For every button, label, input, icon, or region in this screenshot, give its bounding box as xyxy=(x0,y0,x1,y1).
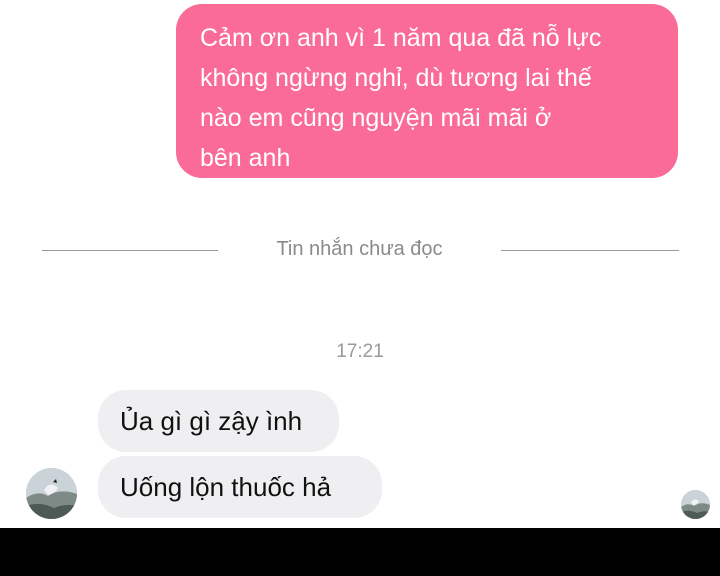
bottom-black-bar xyxy=(0,528,720,576)
incoming-message-bubble[interactable]: Uống lộn thuốc hả xyxy=(98,456,382,518)
message-timestamp: 17:21 xyxy=(336,341,384,362)
outgoing-message-bubble[interactable]: Cảm ơn anh vì 1 năm qua đã nỗ lực không … xyxy=(176,4,678,178)
avatar-image xyxy=(26,468,77,519)
unread-divider-line-right xyxy=(501,250,679,251)
sender-avatar-icon[interactable] xyxy=(26,468,77,519)
unread-divider-line-left xyxy=(42,250,218,251)
incoming-message-bubble[interactable]: Ủa gì gì zậy ình xyxy=(98,390,339,452)
seen-avatar-image xyxy=(681,490,710,519)
chat-view: Cảm ơn anh vì 1 năm qua đã nỗ lực không … xyxy=(0,0,720,528)
seen-avatar-icon xyxy=(681,490,710,519)
unread-divider-label: Tin nhắn chưa đọc xyxy=(276,238,443,260)
